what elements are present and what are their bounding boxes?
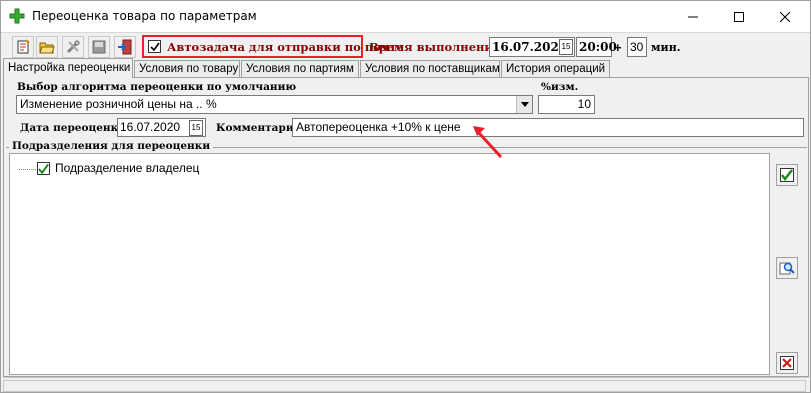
exec-time-field[interactable]: 20:00 (576, 37, 617, 57)
exit-button[interactable] (114, 36, 136, 58)
new-document-button[interactable] (12, 36, 34, 58)
plus-sign: + (614, 40, 622, 55)
title-bar: Переоценка товара по параметрам (1, 1, 810, 32)
open-folder-button[interactable] (36, 36, 58, 58)
comment-label: Комментарий (216, 122, 302, 134)
exec-time-value: 20:00 (579, 40, 617, 54)
exec-time-label: Время выполнения (369, 40, 502, 54)
pct-label: %изм. (541, 81, 579, 93)
calendar-icon[interactable]: 15 (559, 39, 573, 55)
uncheck-all-icon (780, 356, 794, 370)
close-button[interactable] (762, 1, 808, 32)
exec-date-value: 16.07.2020 (492, 40, 568, 54)
minutes-label: мин. (651, 41, 681, 54)
auto-task-checkbox[interactable]: Автозадача для отправки по почте (142, 35, 404, 58)
tab-operation-history[interactable]: История операций (501, 60, 610, 78)
tab-batch-conditions[interactable]: Условия по партиям (241, 60, 359, 78)
algo-label: Выбор алгоритма переоценки по умолчанию (17, 81, 297, 93)
status-cell (3, 380, 806, 392)
maximize-icon (734, 11, 744, 22)
date-field[interactable]: 16.07.2020 15 (117, 118, 206, 137)
exit-door-icon (118, 39, 132, 55)
dropdown-button[interactable] (516, 96, 532, 113)
tools-icon (66, 40, 80, 54)
exec-date-field[interactable]: 16.07.2020 15 (489, 37, 575, 57)
tab-strip: Настройка переоценки Условия по товару У… (1, 58, 810, 78)
status-bar (3, 377, 809, 392)
maximize-button[interactable] (716, 1, 762, 32)
algo-select[interactable]: Изменение розничной цены на .. % (16, 95, 533, 114)
check-all-button[interactable] (776, 164, 798, 186)
search-icon (779, 262, 795, 275)
pct-input[interactable]: 10 (538, 95, 595, 114)
toolbar: Автозадача для отправки по почте Время в… (1, 32, 810, 59)
save-icon (92, 40, 106, 54)
tree-item-checkbox[interactable] (37, 162, 50, 175)
minutes-field[interactable]: 30 (627, 37, 647, 57)
tree-connector (19, 169, 36, 170)
close-icon (780, 11, 790, 22)
checkbox-icon[interactable] (148, 40, 161, 53)
app-green-cross-icon (9, 8, 25, 24)
minutes-value: 30 (630, 40, 644, 54)
divisions-label: Подразделения для переоценки (9, 140, 214, 152)
tree-item-label[interactable]: Подразделение владелец (55, 161, 199, 175)
uncheck-all-button[interactable] (776, 352, 798, 374)
minimize-button[interactable] (670, 1, 716, 32)
comment-field[interactable]: Автопереоценка +10% к цене (292, 118, 804, 137)
search-button[interactable] (776, 257, 798, 279)
window: Переоценка товара по параметрам Автозада… (0, 0, 811, 393)
chevron-down-icon (520, 102, 529, 107)
checkmark-icon (149, 42, 160, 51)
check-all-icon (780, 168, 794, 182)
tab-revaluation-settings[interactable]: Настройка переоценки (3, 58, 133, 78)
divisions-tree[interactable]: Подразделение владелец (9, 153, 770, 375)
calendar-icon[interactable]: 15 (189, 120, 203, 136)
open-folder-icon (39, 42, 55, 54)
date-value: 16.07.2020 (120, 120, 181, 134)
date-label: Дата переоценки (20, 122, 126, 134)
checkmark-icon (38, 163, 49, 174)
tab-product-conditions[interactable]: Условия по товару (134, 60, 240, 78)
tools-button[interactable] (62, 36, 84, 58)
algo-select-value: Изменение розничной цены на .. % (20, 97, 217, 111)
new-document-icon (17, 39, 30, 54)
save-button[interactable] (88, 36, 110, 58)
window-title: Переоценка товара по параметрам (32, 9, 257, 23)
tab-supplier-conditions[interactable]: Условия по поставщикам (360, 60, 500, 78)
minimize-icon (688, 16, 698, 17)
